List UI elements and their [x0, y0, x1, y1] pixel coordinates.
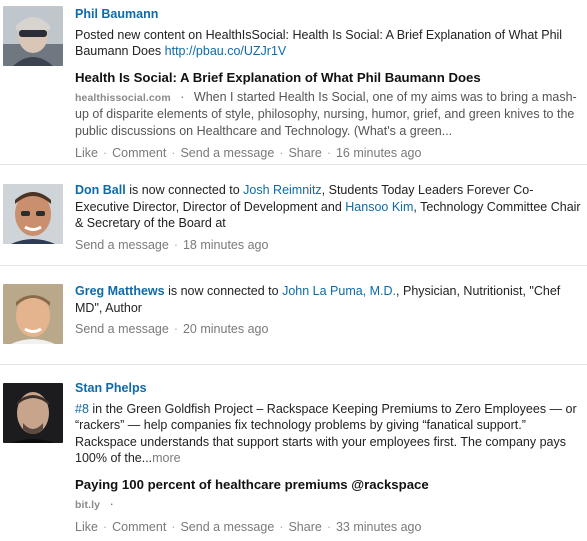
separator-dot: ·: [109, 496, 114, 511]
send-message-link[interactable]: Send a message: [180, 146, 274, 160]
avatar[interactable]: [3, 6, 63, 66]
action-bar: Send a message · 18 minutes ago: [75, 237, 269, 252]
avatar[interactable]: [3, 383, 63, 443]
send-message-link[interactable]: Send a message: [75, 322, 169, 336]
avatar[interactable]: [3, 284, 63, 344]
actor-name-link[interactable]: Stan Phelps: [75, 381, 147, 395]
connection-verb: is now connected to: [129, 183, 240, 197]
post-text: in the Green Goldfish Project – Rackspac…: [75, 401, 577, 466]
connection-verb: is now connected to: [168, 284, 279, 298]
separator-dot: ·: [180, 89, 185, 104]
more-link[interactable]: more: [152, 451, 180, 465]
send-message-link[interactable]: Send a message: [75, 238, 169, 252]
like-link[interactable]: Like: [75, 146, 98, 160]
article-source: healthissocial.com: [75, 91, 171, 104]
like-link[interactable]: Like: [75, 520, 98, 534]
feed-item: Phil Baumann Posted new content on Healt…: [0, 0, 587, 165]
share-link[interactable]: Share: [288, 520, 321, 534]
timestamp: 16 minutes ago: [335, 146, 422, 160]
comment-link[interactable]: Comment: [112, 146, 166, 160]
share-link[interactable]: Share: [288, 146, 321, 160]
feed-item: Don Ball is now connected to Josh Reimni…: [0, 165, 587, 266]
timestamp: 18 minutes ago: [182, 237, 269, 252]
timestamp: 20 minutes ago: [182, 322, 269, 336]
actor-name-link[interactable]: Greg Matthews: [75, 284, 165, 298]
hashtag-link[interactable]: #8: [75, 402, 89, 416]
connection-link[interactable]: John La Puma, M.D.: [282, 284, 396, 298]
action-bar: Send a message · 20 minutes ago: [75, 322, 269, 336]
connection-link[interactable]: Hansoo Kim: [345, 200, 413, 214]
action-bar: Like · Comment · Send a message · Share · 33 min…: [75, 520, 422, 534]
actor-name-link[interactable]: Don Ball: [75, 183, 126, 197]
article-title-link[interactable]: Health Is Social: A Brief Explanation of…: [75, 69, 581, 86]
activity-feed: Phil Baumann Posted new content on Healt…: [0, 0, 587, 541]
timestamp: 33 minutes ago: [335, 520, 422, 534]
avatar[interactable]: [3, 184, 63, 244]
action-bar: Like · Comment · Send a message · Share · 16 min…: [75, 146, 422, 160]
article-title-link[interactable]: Paying 100 percent of healthcare premium…: [75, 476, 581, 493]
feed-item: Stan Phelps #8 in the Green Goldfish Pro…: [0, 365, 587, 541]
comment-link[interactable]: Comment: [112, 520, 166, 534]
actor-name-link[interactable]: Phil Baumann: [75, 7, 158, 21]
send-message-link[interactable]: Send a message: [180, 520, 274, 534]
connection-link[interactable]: Josh Reimnitz: [243, 183, 322, 197]
post-text: Posted new content on HealthIsSocial: He…: [75, 27, 563, 59]
post-link[interactable]: http://pbau.co/UZJr1V: [165, 44, 287, 58]
feed-item: Greg Matthews is now connected to John L…: [0, 266, 587, 365]
article-source: bit.ly: [75, 498, 101, 511]
